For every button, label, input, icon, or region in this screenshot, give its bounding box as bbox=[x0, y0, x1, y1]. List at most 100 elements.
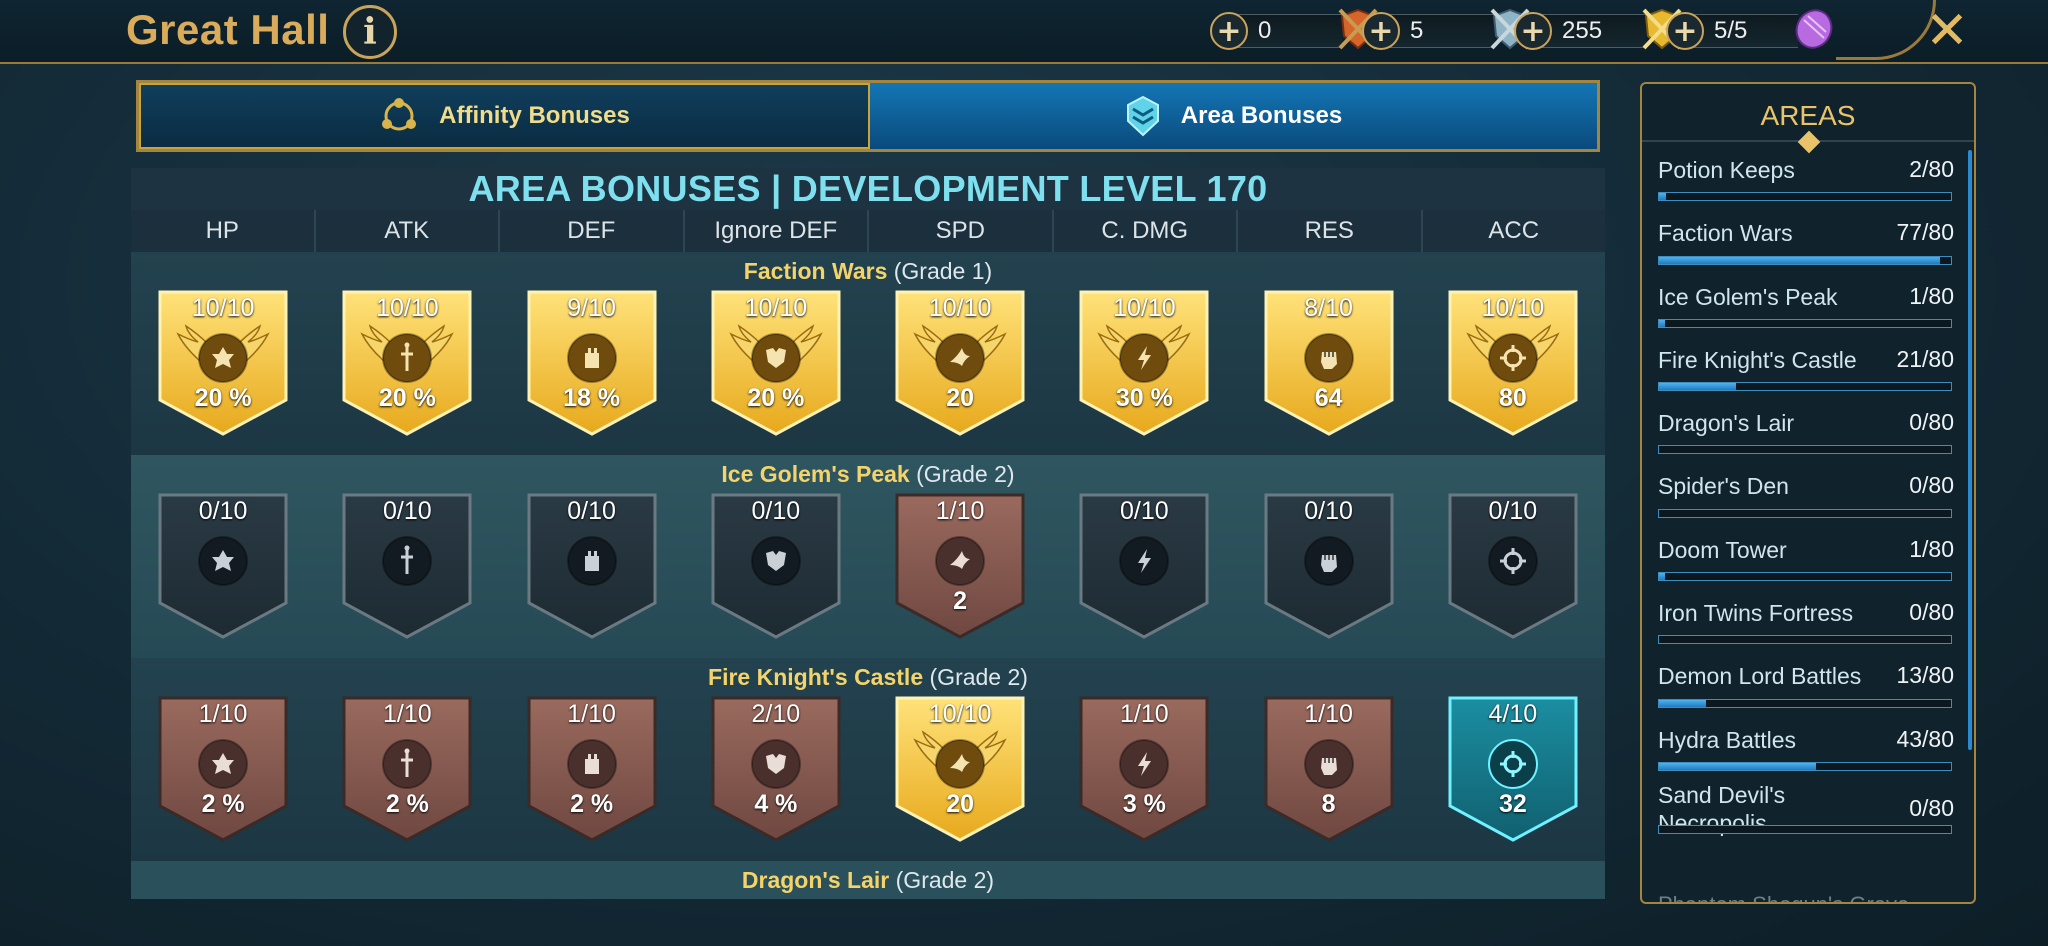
badge-level: 10/10 bbox=[376, 294, 439, 322]
bonus-badge-acc[interactable]: 4/10 32 bbox=[1446, 694, 1580, 842]
corner-ornament bbox=[1836, 0, 1936, 60]
badge-row: 0/10 0/10 0/10 0/10 1/10 2 0/10 0/10 0/1… bbox=[131, 491, 1605, 639]
area-section: Dragon's Lair (Grade 2) bbox=[131, 861, 1605, 899]
area-progress-fill bbox=[1659, 383, 1736, 391]
add-resource-button[interactable]: + bbox=[1666, 12, 1704, 50]
bonus-badge-spd[interactable]: 10/10 20 bbox=[893, 694, 1027, 842]
area-item-partial[interactable]: Phantom Shogun's Grove bbox=[1658, 892, 1909, 902]
area-progress-bar bbox=[1658, 761, 1952, 771]
area-item[interactable]: Doom Tower 1/80 bbox=[1658, 528, 1954, 591]
badge-value: 2 % bbox=[201, 790, 245, 818]
badge-cell: 10/10 80 bbox=[1421, 288, 1605, 436]
area-item[interactable]: Faction Wars 77/80 bbox=[1658, 211, 1954, 274]
bonus-badge-spd[interactable]: 10/10 20 bbox=[893, 288, 1027, 436]
badge-cell: 10/10 20 % bbox=[315, 288, 499, 436]
close-icon[interactable]: ✕ bbox=[1922, 1, 1972, 61]
area-list: Potion Keeps 2/80 Faction Wars 77/80 Ice Gol… bbox=[1642, 142, 1974, 844]
bonus-badge-res[interactable]: 8/10 64 bbox=[1262, 288, 1396, 436]
bonus-badge-c-dmg[interactable]: 1/10 3 % bbox=[1077, 694, 1211, 842]
section-grade: (Grade 1) bbox=[893, 258, 993, 284]
area-item[interactable]: Potion Keeps 2/80 bbox=[1658, 148, 1954, 211]
area-name: Ice Golem's Peak bbox=[1658, 283, 1838, 310]
bonus-badge-hp[interactable]: 1/10 2 % bbox=[156, 694, 290, 842]
badge-cell: 0/10 bbox=[1421, 491, 1605, 639]
area-count: 1/80 bbox=[1909, 282, 1954, 309]
area-item[interactable]: Dragon's Lair 0/80 bbox=[1658, 401, 1954, 464]
badge-cell: 10/10 30 % bbox=[1052, 288, 1236, 436]
area-item[interactable]: Spider's Den 0/80 bbox=[1658, 464, 1954, 527]
badge-level: 0/10 bbox=[383, 497, 432, 525]
page-title: Great Hall bbox=[126, 6, 330, 53]
area-item[interactable]: Iron Twins Fortress 0/80 bbox=[1658, 591, 1954, 654]
resource-gems: + 5/5 bbox=[1666, 8, 1836, 52]
badge-value: 20 bbox=[946, 384, 975, 412]
bonus-badge-ignore-def[interactable]: 2/10 4 % bbox=[709, 694, 843, 842]
badge-value: 20 bbox=[946, 790, 975, 818]
badge-level: 10/10 bbox=[1481, 294, 1545, 322]
badge-level: 4/10 bbox=[1488, 700, 1538, 728]
bonus-badge-atk[interactable]: 10/10 20 % bbox=[340, 288, 474, 436]
badge-level: 10/10 bbox=[928, 294, 992, 322]
badge-value: 2 bbox=[953, 587, 968, 615]
area-progress-bar bbox=[1658, 698, 1952, 708]
badge-row: 10/10 20 % 10/10 20 % 9/10 18 % 10/10 20 % bbox=[131, 288, 1605, 436]
stat-column-headers: HP ATK DEF Ignore DEF SPD C. DMG RES ACC bbox=[131, 210, 1605, 252]
info-icon[interactable]: i bbox=[343, 5, 397, 59]
affinity-icon bbox=[382, 98, 417, 131]
bonus-badge-def[interactable]: 9/10 18 % bbox=[525, 288, 659, 436]
bonus-badge-hp[interactable]: 10/10 20 % bbox=[156, 288, 290, 436]
bonus-badge-atk[interactable]: 0/10 bbox=[340, 491, 474, 639]
areas-title: AREAS bbox=[1642, 84, 1974, 154]
area-item[interactable]: Ice Golem's Peak 1/80 bbox=[1658, 275, 1954, 338]
badge-level: 10/10 bbox=[191, 294, 255, 322]
add-resource-button[interactable]: + bbox=[1362, 12, 1400, 50]
area-progress-fill bbox=[1659, 256, 1941, 264]
area-item[interactable]: Fire Knight's Castle 21/80 bbox=[1658, 338, 1954, 401]
area-section: Ice Golem's Peak (Grade 2) 0/10 0/10 0/1… bbox=[131, 455, 1605, 658]
areas-scrollbar[interactable] bbox=[1968, 150, 1972, 750]
bonus-badge-c-dmg[interactable]: 0/10 bbox=[1077, 491, 1211, 639]
area-count: 0/80 bbox=[1909, 409, 1954, 436]
area-name: Spider's Den bbox=[1658, 473, 1789, 500]
area-count: 0/80 bbox=[1909, 794, 1954, 821]
bonus-badge-atk[interactable]: 1/10 2 % bbox=[340, 694, 474, 842]
column-header-hp: HP bbox=[205, 217, 239, 244]
badge-level: 10/10 bbox=[744, 294, 808, 322]
bonus-badge-def[interactable]: 1/10 2 % bbox=[525, 694, 659, 842]
area-progress-bar bbox=[1658, 825, 1952, 835]
tab-area-bonuses[interactable]: Area Bonuses bbox=[870, 83, 1597, 149]
tab-affinity-bonuses[interactable]: Affinity Bonuses bbox=[139, 83, 870, 149]
area-progress-bar bbox=[1658, 508, 1952, 518]
column-header-ignore-def: Ignore DEF bbox=[682, 210, 868, 252]
area-item[interactable]: Demon Lord Battles 13/80 bbox=[1658, 654, 1954, 717]
bonus-badge-res[interactable]: 1/10 8 bbox=[1262, 694, 1396, 842]
badge-level: 1/10 bbox=[383, 700, 432, 728]
add-resource-button[interactable]: + bbox=[1210, 12, 1248, 50]
bonus-badge-c-dmg[interactable]: 10/10 30 % bbox=[1077, 288, 1211, 436]
bonus-badge-acc[interactable]: 10/10 80 bbox=[1446, 288, 1580, 436]
bonus-badge-def[interactable]: 0/10 bbox=[525, 491, 659, 639]
panel-heading: AREA BONUSES | DEVELOPMENT LEVEL 170 bbox=[131, 168, 1605, 210]
badge-cell: 9/10 18 % bbox=[500, 288, 684, 436]
badge-level: 1/10 bbox=[1120, 700, 1169, 728]
badge-value: 18 % bbox=[563, 384, 621, 412]
bonus-badge-ignore-def[interactable]: 0/10 bbox=[709, 491, 843, 639]
area-progress-fill bbox=[1659, 573, 1665, 581]
area-item[interactable]: Sand Devil's Necropolis 0/80 bbox=[1658, 781, 1954, 844]
area-item[interactable]: Hydra Battles 43/80 bbox=[1658, 718, 1954, 781]
badge-value: 2 % bbox=[570, 790, 614, 818]
badge-cell: 1/10 2 bbox=[868, 491, 1052, 639]
column-header-def: DEF bbox=[498, 210, 683, 252]
badge-cell: 10/10 20 bbox=[868, 694, 1052, 842]
resource-gold-shields: + 255 bbox=[1514, 8, 1684, 52]
bonus-badge-hp[interactable]: 0/10 bbox=[156, 491, 290, 639]
badge-value: 8 bbox=[1321, 790, 1336, 818]
area-progress-fill bbox=[1659, 699, 1707, 707]
bonus-badge-res[interactable]: 0/10 bbox=[1262, 491, 1396, 639]
bonus-badge-spd[interactable]: 1/10 2 bbox=[893, 491, 1027, 639]
bonus-badge-ignore-def[interactable]: 10/10 20 % bbox=[709, 288, 843, 436]
badge-level: 0/10 bbox=[1120, 497, 1169, 525]
bonus-badge-acc[interactable]: 0/10 bbox=[1446, 491, 1580, 639]
add-resource-button[interactable]: + bbox=[1514, 12, 1552, 50]
areas-panel: AREAS Potion Keeps 2/80 Faction Wars 77/80 I… bbox=[1640, 82, 1976, 904]
